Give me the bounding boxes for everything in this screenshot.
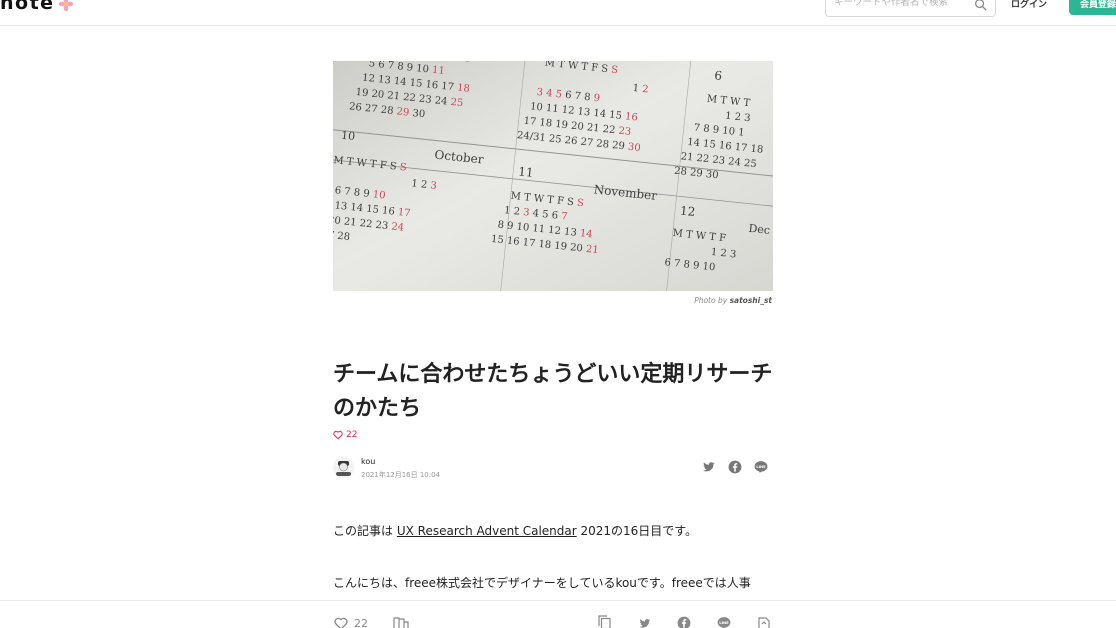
line-icon: LINE bbox=[717, 617, 731, 628]
facebook-icon[interactable] bbox=[728, 459, 742, 474]
bottom-twitter-button[interactable] bbox=[638, 616, 652, 628]
bottom-like-count: 22 bbox=[354, 616, 368, 628]
photo-credit-author[interactable]: satoshi_st bbox=[730, 296, 772, 305]
intro-suffix: 2021の16日目です。 bbox=[576, 524, 698, 538]
svg-text:LINE: LINE bbox=[756, 464, 766, 469]
avatar[interactable] bbox=[333, 457, 354, 478]
magazine-add-button[interactable] bbox=[393, 616, 409, 628]
greeting-paragraph: こんにちは、freee株式会社でデザイナーをしているkouです。freeeでは人… bbox=[333, 576, 751, 590]
copy-icon bbox=[598, 615, 611, 628]
photo-credit-prefix: Photo by bbox=[694, 296, 730, 305]
share-buttons: LINE bbox=[702, 459, 768, 474]
bottom-facebook-button[interactable] bbox=[677, 616, 691, 628]
copy-link-button[interactable] bbox=[598, 615, 611, 628]
bottom-action-bar: 22 LINE bbox=[0, 600, 1116, 628]
calendar-photo: 1 2 3 4 5 6 7 8 9 10 11 12 13 14 15 16 1… bbox=[333, 61, 773, 291]
bottom-line-button[interactable]: LINE bbox=[717, 616, 731, 628]
heart-outline-icon bbox=[334, 617, 348, 628]
twitter-icon[interactable] bbox=[702, 459, 716, 473]
line-icon[interactable]: LINE bbox=[754, 459, 768, 473]
hero-image: 1 2 3 4 5 6 7 8 9 10 11 12 13 14 15 16 1… bbox=[333, 61, 773, 291]
advent-calendar-link[interactable]: UX Research Advent Calendar bbox=[397, 524, 577, 538]
intro-prefix: この記事は bbox=[333, 524, 397, 538]
top-header: note ログイン 会員登録 bbox=[0, 0, 1116, 26]
search-icon[interactable] bbox=[974, 0, 987, 11]
like-count-text: 22 bbox=[346, 430, 358, 440]
photo-credit: Photo by satoshi_st bbox=[600, 296, 772, 305]
publish-date: 2021年12月16日 10:04 bbox=[361, 471, 441, 479]
login-link[interactable]: ログイン bbox=[1011, 0, 1047, 10]
flower-icon bbox=[58, 0, 73, 12]
author-name[interactable]: kou bbox=[361, 457, 375, 466]
author-block: kou 2021年12月16日 10:04 LINE bbox=[333, 455, 773, 485]
intro-paragraph: この記事は UX Research Advent Calendar 2021の1… bbox=[333, 522, 697, 539]
signup-button[interactable]: 会員登録 bbox=[1069, 0, 1116, 15]
embed-button[interactable] bbox=[757, 615, 771, 628]
facebook-icon bbox=[677, 616, 691, 628]
bottom-like-button[interactable]: 22 bbox=[334, 616, 368, 628]
search-box[interactable] bbox=[825, 0, 996, 17]
twitter-icon bbox=[639, 618, 651, 628]
article-title: チームに合わせたちょうどいい定期リサーチのかたち bbox=[333, 362, 773, 421]
logo-text: note bbox=[0, 0, 55, 14]
svg-text:LINE: LINE bbox=[719, 620, 729, 625]
magazine-icon bbox=[393, 616, 409, 628]
heart-icon bbox=[333, 430, 343, 440]
embed-icon bbox=[758, 617, 770, 628]
note-logo[interactable]: note bbox=[0, 0, 74, 14]
like-count-top[interactable]: 22 bbox=[333, 430, 357, 440]
search-input[interactable] bbox=[834, 0, 969, 8]
